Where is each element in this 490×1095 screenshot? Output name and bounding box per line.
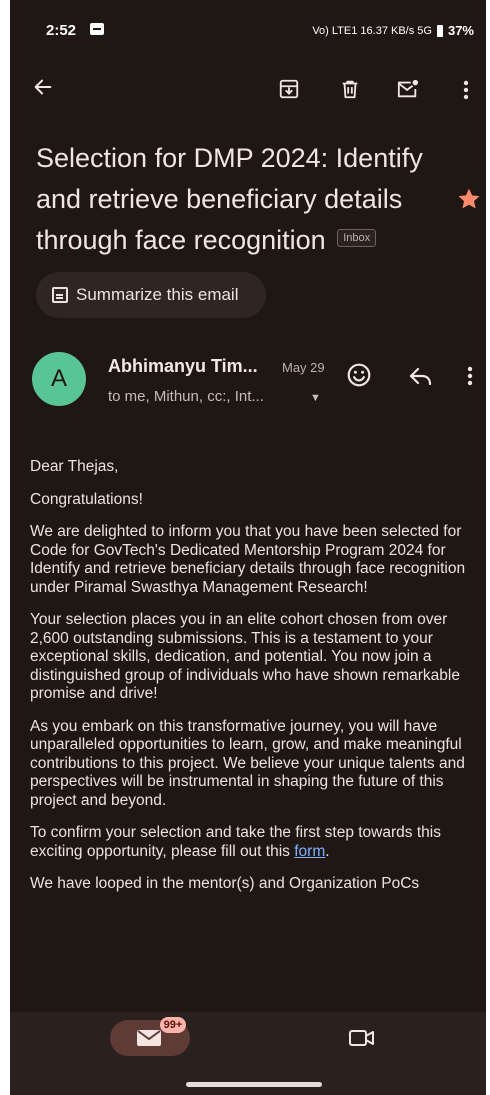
star-icon[interactable] <box>456 186 482 212</box>
status-right: Vo) LTE1 16.37 KB/s 5G 37% <box>312 23 474 38</box>
email-body: Dear Thejas, Congratulations! We are del… <box>30 458 482 908</box>
body-paragraph: We are delighted to inform you that you … <box>30 523 466 596</box>
mail-icon[interactable] <box>136 1029 162 1047</box>
more-vert-icon[interactable] <box>462 364 478 388</box>
emoji-reaction-icon[interactable] <box>346 362 372 388</box>
meet-video-icon[interactable] <box>348 1028 376 1048</box>
archive-icon[interactable] <box>278 78 300 100</box>
summarize-button[interactable]: Summarize this email <box>36 272 266 318</box>
form-link[interactable]: form <box>294 843 325 860</box>
gmail-screen: 2:52 Vo) LTE1 16.37 KB/s 5G 37% Selectio… <box>10 0 486 1095</box>
body-paragraph: We have looped in the mentor(s) and Orga… <box>30 875 420 892</box>
body-text: To confirm your selection and take the f… <box>30 824 441 860</box>
email-date: May 29 <box>282 360 325 375</box>
sender-name: Abhimanyu Tim... <box>108 356 258 376</box>
recipients-summary[interactable]: to me, Mithun, cc:, Int... <box>108 388 264 405</box>
body-paragraph: To confirm your selection and take the f… <box>30 824 482 861</box>
unread-count-badge: 99+ <box>160 1017 186 1033</box>
mark-unread-icon[interactable] <box>396 78 420 100</box>
reply-icon[interactable] <box>408 364 434 388</box>
status-bar: 2:52 Vo) LTE1 16.37 KB/s 5G 37% <box>10 0 486 62</box>
body-text: . <box>325 842 330 860</box>
body-greeting: Dear Thejas, <box>30 458 119 475</box>
body-paragraph: Congratulations! <box>30 490 143 508</box>
summarize-icon <box>52 287 68 303</box>
trash-icon[interactable] <box>339 78 361 100</box>
network-icons: Vo) LTE1 16.37 KB/s 5G <box>312 24 432 37</box>
chevron-down-icon[interactable]: ▼ <box>310 392 321 404</box>
battery-icon <box>436 24 443 37</box>
summarize-label: Summarize this email <box>76 285 239 304</box>
status-time: 2:52 <box>46 22 77 39</box>
arrow-left-icon[interactable] <box>32 76 54 98</box>
battery-level: 37% <box>447 23 474 38</box>
gesture-handle[interactable] <box>186 1082 322 1087</box>
email-subject: Selection for DMP 2024: Identify and ret… <box>36 138 436 261</box>
more-vert-icon[interactable] <box>458 78 474 102</box>
notification-icon <box>90 23 104 35</box>
body-paragraph: As you embark on this transformative jou… <box>30 717 465 809</box>
body-paragraph: Your selection places you in an elite co… <box>30 611 460 702</box>
avatar[interactable]: A <box>32 352 86 406</box>
inbox-label-chip[interactable]: Inbox <box>337 228 377 247</box>
